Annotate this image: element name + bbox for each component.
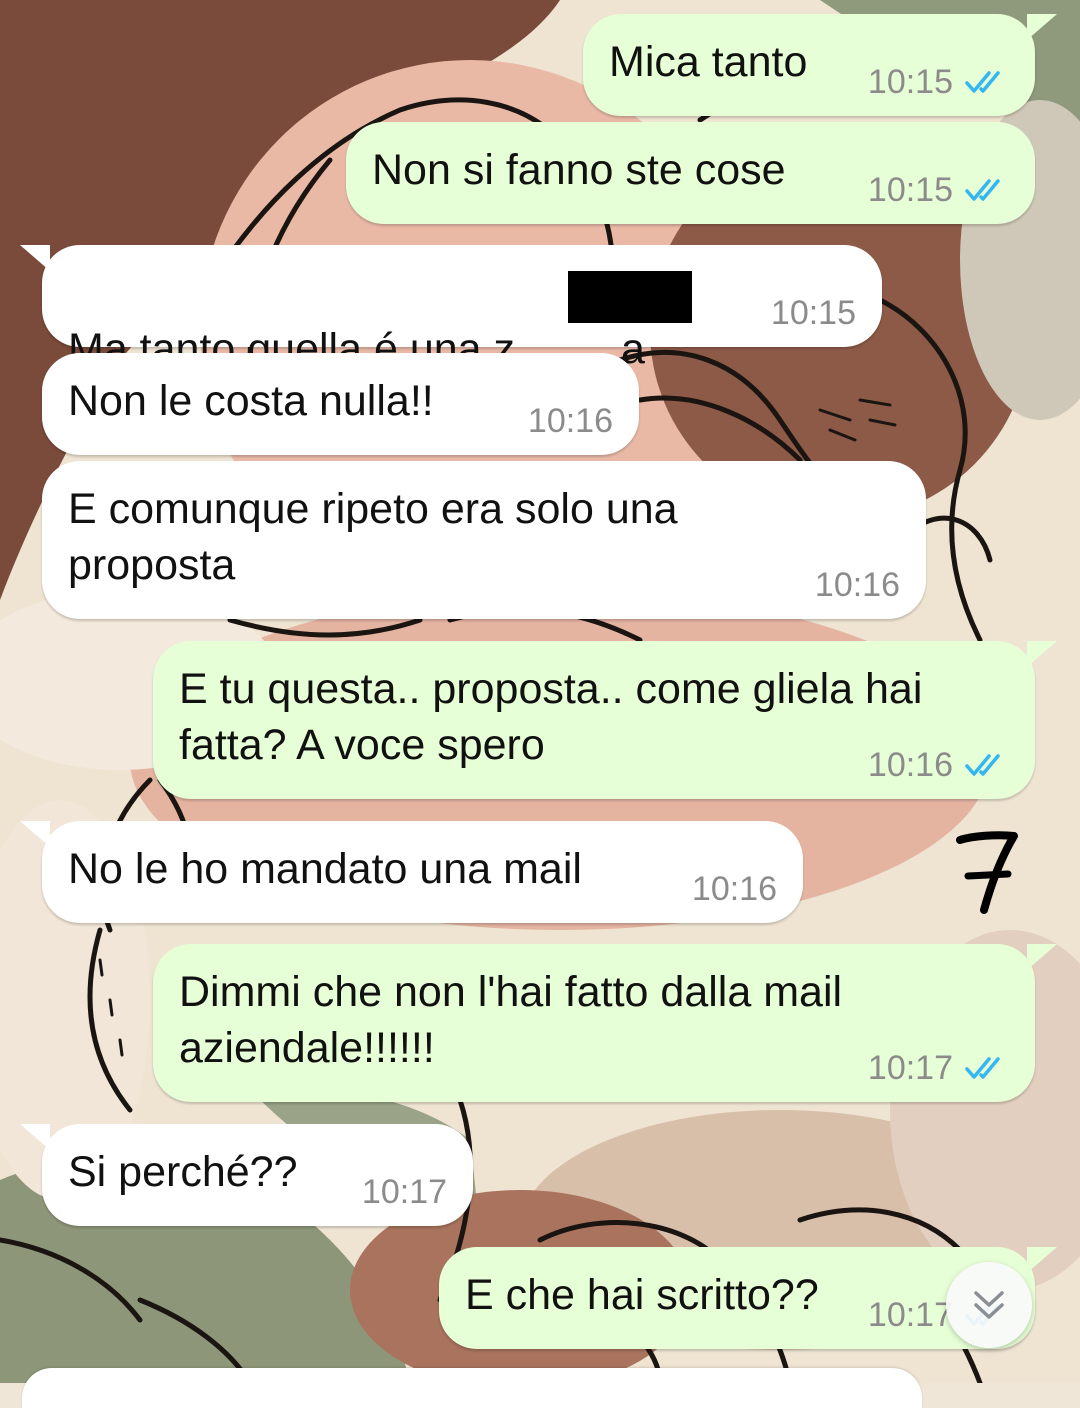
- outgoing-message[interactable]: Non si fanno ste cose 10:15: [346, 122, 1035, 224]
- message-meta: 10:16: [815, 565, 900, 605]
- message-time: 10:16: [814, 566, 900, 604]
- message-time: 10:15: [867, 171, 953, 209]
- handwritten-seven-mark: [956, 831, 1018, 914]
- outgoing-message[interactable]: E tu questa.. proposta.. come gliela hai…: [153, 641, 1057, 799]
- double-check-icon: [965, 754, 1000, 776]
- message-text: Dimmi che non l'hai fatto dalla mail azi…: [179, 968, 843, 1072]
- message-meta: 10:16: [868, 745, 1009, 785]
- message-time: 10:16: [867, 746, 953, 784]
- incoming-message-partial[interactable]: [22, 1368, 922, 1408]
- chevron-double-down-icon: [974, 1291, 1004, 1319]
- message-meta: 10:15: [868, 170, 1009, 210]
- outgoing-message[interactable]: Mica tanto 10:15: [583, 14, 1057, 116]
- message-text: No le ho mandato una mail: [68, 845, 582, 893]
- message-time: 10:16: [527, 402, 613, 440]
- redaction-bar: [568, 271, 692, 323]
- message-meta: 10:16: [692, 869, 777, 909]
- message-text: E che hai scritto??: [465, 1271, 819, 1319]
- double-check-icon: [965, 71, 1000, 93]
- message-meta: 10:17: [362, 1172, 447, 1212]
- message-time: 10:15: [770, 294, 856, 332]
- scroll-to-bottom-button[interactable]: [946, 1262, 1032, 1348]
- message-time: 10:17: [867, 1296, 953, 1334]
- double-check-icon: [965, 179, 1000, 201]
- message-meta: 10:16: [528, 401, 613, 441]
- message-time: 10:17: [867, 1049, 953, 1087]
- incoming-message[interactable]: Non le costa nulla!! 10:16: [42, 353, 639, 455]
- message-text: Si perché??: [68, 1148, 298, 1196]
- message-text: Mica tanto: [609, 38, 808, 86]
- chat-message-list[interactable]: Mica tanto 10:15 Non si fanno ste cose 1…: [0, 0, 1080, 1408]
- message-time: 10:16: [691, 870, 777, 908]
- message-time: 10:15: [867, 63, 953, 101]
- message-text: E tu questa.. proposta.. come gliela hai…: [179, 665, 923, 769]
- double-check-icon: [965, 1057, 1000, 1079]
- incoming-message[interactable]: E comunque ripeto era solo una proposta …: [42, 461, 926, 619]
- message-meta: 10:15: [771, 293, 856, 333]
- message-text: Non si fanno ste cose: [372, 146, 786, 194]
- message-meta: 10:17: [868, 1048, 1009, 1088]
- message-text: Non le costa nulla!!: [68, 377, 434, 425]
- incoming-message[interactable]: Ma tanto quella é una za 10:15: [20, 245, 882, 373]
- outgoing-message[interactable]: Dimmi che non l'hai fatto dalla mail azi…: [153, 944, 1057, 1102]
- message-text: E comunque ripeto era solo una proposta: [68, 485, 678, 589]
- incoming-message[interactable]: Si perché?? 10:17: [20, 1124, 473, 1226]
- message-meta: 10:15: [868, 62, 1009, 102]
- incoming-message[interactable]: No le ho mandato una mail 10:16: [20, 821, 803, 923]
- message-time: 10:17: [361, 1173, 447, 1211]
